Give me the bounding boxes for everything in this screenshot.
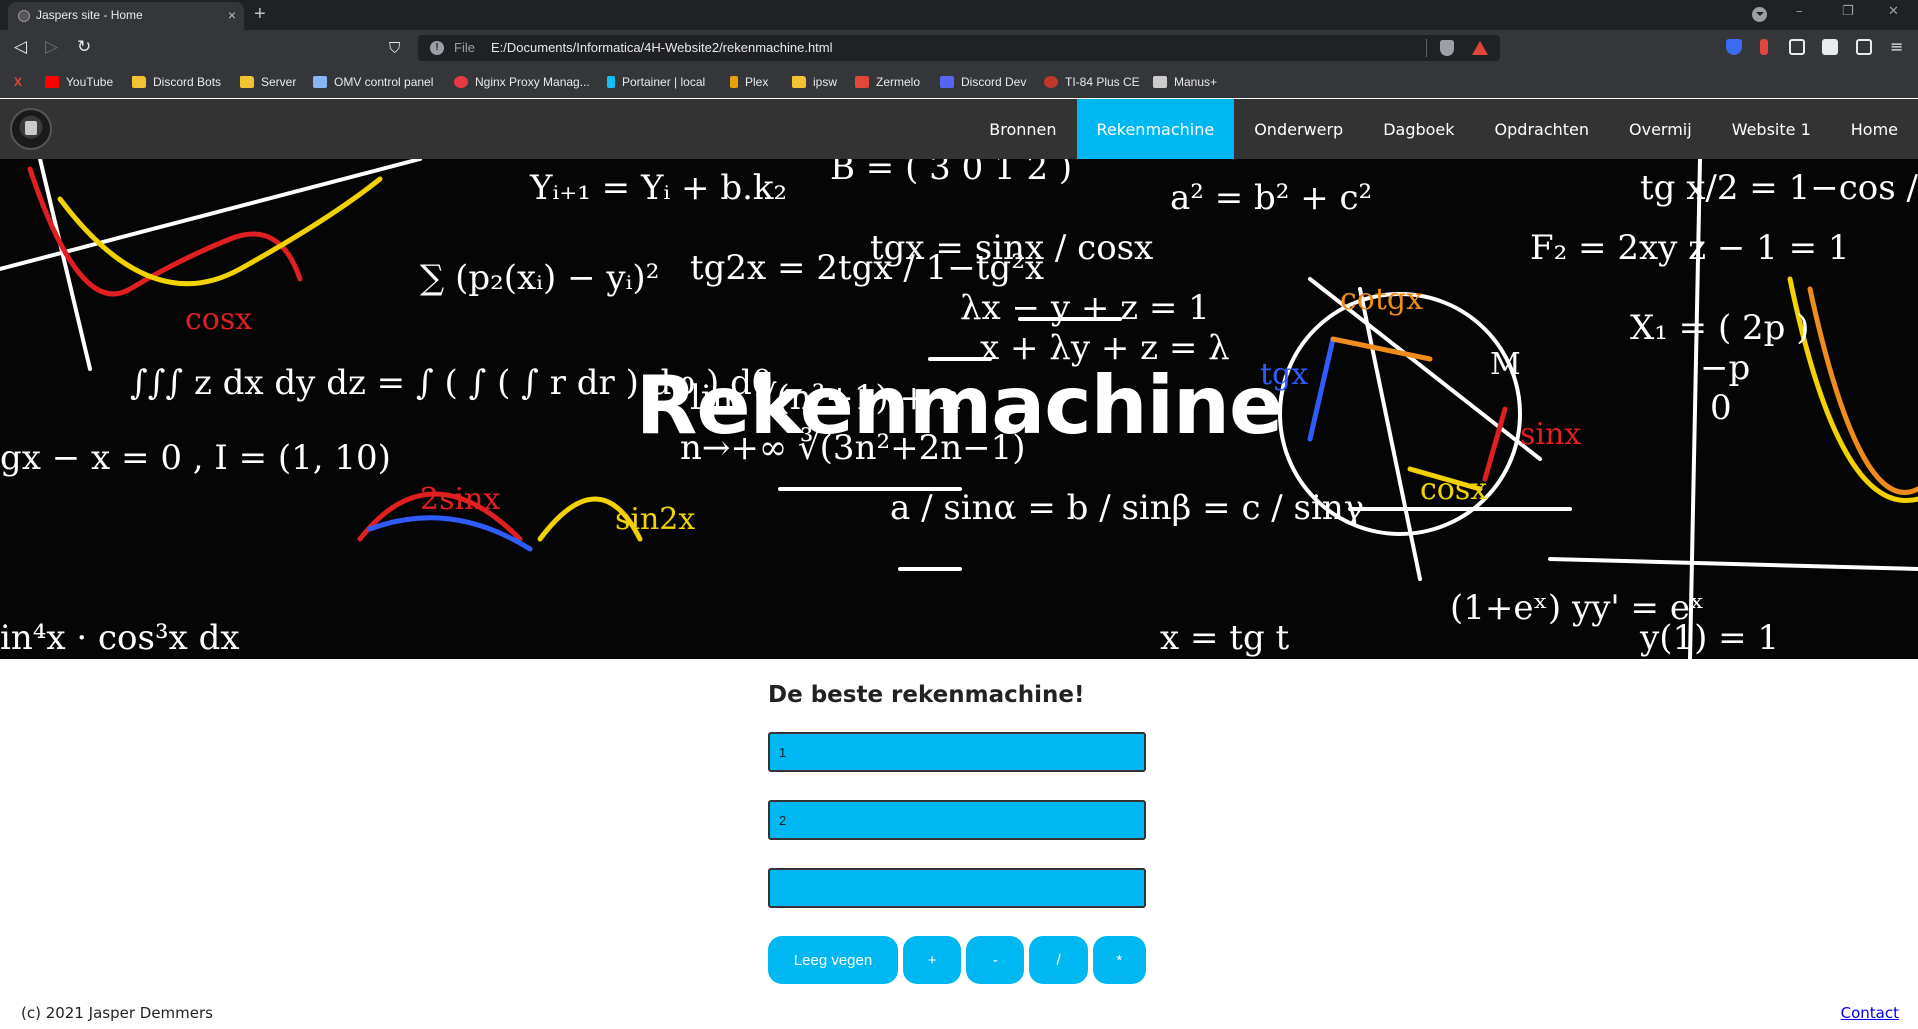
url-scheme: File [454,40,475,55]
add-button[interactable]: + [903,936,962,984]
bookmark-x-icon[interactable]: X [14,75,22,89]
calculator: De beste rekenmachine! Leeg vegen + - / … [768,682,1147,984]
close-tab-icon[interactable]: × [228,7,236,23]
portainer-icon [607,76,615,88]
hero-banner: Yᵢ₊₁ = Yᵢ + b.k₂ B = ( 3 0 1 2 ) a² = b²… [0,159,1918,659]
brave-rewards-icon[interactable] [1472,41,1488,55]
bookmark-manus[interactable]: Manus+ [1153,75,1217,89]
bookmarks-bar: X YouTube Discord Bots Server OMV contro… [0,66,1918,98]
folder-icon [792,76,806,88]
site-favicon-icon [18,10,30,22]
minimize-button[interactable]: – [1796,4,1803,19]
close-window-button[interactable]: ✕ [1888,4,1899,19]
svg-text:a² = b² + c²: a² = b² + c² [1170,178,1372,218]
svg-text:Yᵢ₊₁ = Yᵢ + b.k₂: Yᵢ₊₁ = Yᵢ + b.k₂ [529,168,787,208]
menu-item-rekenmachine[interactable]: Rekenmachine [1076,99,1235,159]
restore-button[interactable]: ❐ [1842,4,1854,19]
svg-text:B = ( 3 0 1 2 ): B = ( 3 0 1 2 ) [830,159,1072,188]
clear-button[interactable]: Leeg vegen [768,936,898,984]
page-icon [313,76,327,88]
browser-toolbar: ◁ ▷ ↻ ⛉ ! File E:/Documents/Informatica/… [0,30,1918,66]
bookmark-ti84[interactable]: TI-84 Plus CE [1044,75,1140,89]
folder-icon [132,76,146,88]
footer-copyright: (c) 2021 Jasper Demmers [21,1004,213,1022]
forward-button[interactable]: ▷ [45,36,58,58]
svg-text:tgx = sinx / cosx: tgx = sinx / cosx [870,228,1153,268]
site-logo[interactable] [10,108,52,150]
menu-item-opdrachten[interactable]: Opdrachten [1475,99,1609,159]
url-text[interactable]: E:/Documents/Informatica/4H-Website2/rek… [491,40,833,55]
bookmark-server[interactable]: Server [240,75,296,89]
bookmark-zermelo[interactable]: Zermelo [855,75,920,89]
svg-text:cosx: cosx [185,302,252,337]
extension-red-icon[interactable] [1760,39,1768,55]
brave-shield-icon[interactable] [1440,40,1454,56]
svg-text:tg x/2 = 1−cos / sinx: tg x/2 = 1−cos / sinx [1640,168,1918,208]
bookmark-nginx[interactable]: Nginx Proxy Manag... [454,75,590,89]
svg-text:in⁴x · cos³x dx: in⁴x · cos³x dx [0,618,240,658]
menu-item-onderwerp[interactable]: Onderwerp [1234,99,1363,159]
calculator-title: De beste rekenmachine! [768,682,1085,708]
svg-text:y(1) = 1: y(1) = 1 [1639,618,1779,658]
browser-tab-strip: Jaspers site - Home × + – ❐ ✕ [0,0,1918,30]
manus-icon [1153,76,1167,88]
svg-text:sin2x: sin2x [615,502,695,537]
bitwarden-icon[interactable] [1726,39,1742,55]
menu-item-overmij[interactable]: Overmij [1609,99,1712,159]
bookmark-youtube[interactable]: YouTube [45,75,113,89]
number-input-2[interactable] [768,800,1146,840]
svg-text:cosx: cosx [1420,472,1487,507]
svg-text:2sinx: 2sinx [420,482,500,517]
svg-text:λx − y + z = 1: λx − y + z = 1 [960,288,1210,328]
bookmark-discord-dev[interactable]: Discord Dev [940,75,1026,89]
number-input-1[interactable] [768,732,1146,772]
svg-text:F₂ = 2xy z − 1 = 1: F₂ = 2xy z − 1 = 1 [1530,228,1850,268]
bookmark-discord-bots[interactable]: Discord Bots [132,75,221,89]
menu-item-bronnen[interactable]: Bronnen [969,99,1076,159]
browser-menu-icon[interactable]: ≡ [1890,36,1903,58]
svg-text:a / sinα = b / sinβ = c / sinγ: a / sinα = b / sinβ = c / sinγ [890,488,1364,528]
subtract-button[interactable]: - [966,936,1025,984]
svg-text:∑ (p₂(xᵢ) − yᵢ)²: ∑ (p₂(xᵢ) − yᵢ)² [420,258,659,298]
browser-tab[interactable]: Jaspers site - Home × [8,2,244,30]
info-icon[interactable]: ! [430,41,444,55]
address-bar[interactable]: ! File E:/Documents/Informatica/4H-Websi… [418,35,1500,61]
divide-button[interactable]: / [1029,936,1088,984]
svg-text:X₁ = ( 2p ): X₁ = ( 2p ) [1630,308,1809,348]
menu-item-home[interactable]: Home [1831,99,1918,159]
svg-text:cotgx: cotgx [1340,282,1423,317]
site-menu: Bronnen Rekenmachine Onderwerp Dagboek O… [969,99,1918,159]
bookmark-icon[interactable]: ⛉ [389,37,400,59]
calculator-buttons: Leeg vegen + - / * [768,936,1147,984]
svg-text:x = tg t: x = tg t [1160,618,1290,658]
bookmark-omv[interactable]: OMV control panel [313,75,433,89]
multiply-button[interactable]: * [1092,936,1147,984]
nginx-icon [454,76,468,88]
new-tab-button[interactable]: + [254,3,266,25]
tab-search-icon[interactable] [1752,7,1767,22]
menu-item-website-1[interactable]: Website 1 [1712,99,1831,159]
youtube-icon [45,76,59,88]
back-button[interactable]: ◁ [14,36,27,58]
zermelo-icon [855,76,869,88]
ti-icon [1044,76,1058,88]
address-divider [1426,39,1427,57]
result-field[interactable] [768,868,1146,908]
wallet-icon[interactable] [1856,39,1872,55]
tab-title: Jaspers site - Home [36,8,143,22]
bookmark-ipsw[interactable]: ipsw [792,75,837,89]
extensions-puzzle-icon[interactable] [1822,39,1838,55]
contact-link[interactable]: Contact [1841,1004,1899,1022]
folder-icon [240,76,254,88]
discord-icon [940,76,954,88]
reload-button[interactable]: ↻ [77,36,91,58]
bookmark-portainer[interactable]: Portainer | local [607,75,705,89]
extension-gamepad-icon[interactable] [1789,39,1805,55]
hero-title: Rekenmachine [635,359,1283,452]
menu-item-dagboek[interactable]: Dagboek [1363,99,1474,159]
plex-icon [730,76,738,88]
site-navbar: Bronnen Rekenmachine Onderwerp Dagboek O… [0,99,1918,159]
bookmark-plex[interactable]: Plex [730,75,768,89]
